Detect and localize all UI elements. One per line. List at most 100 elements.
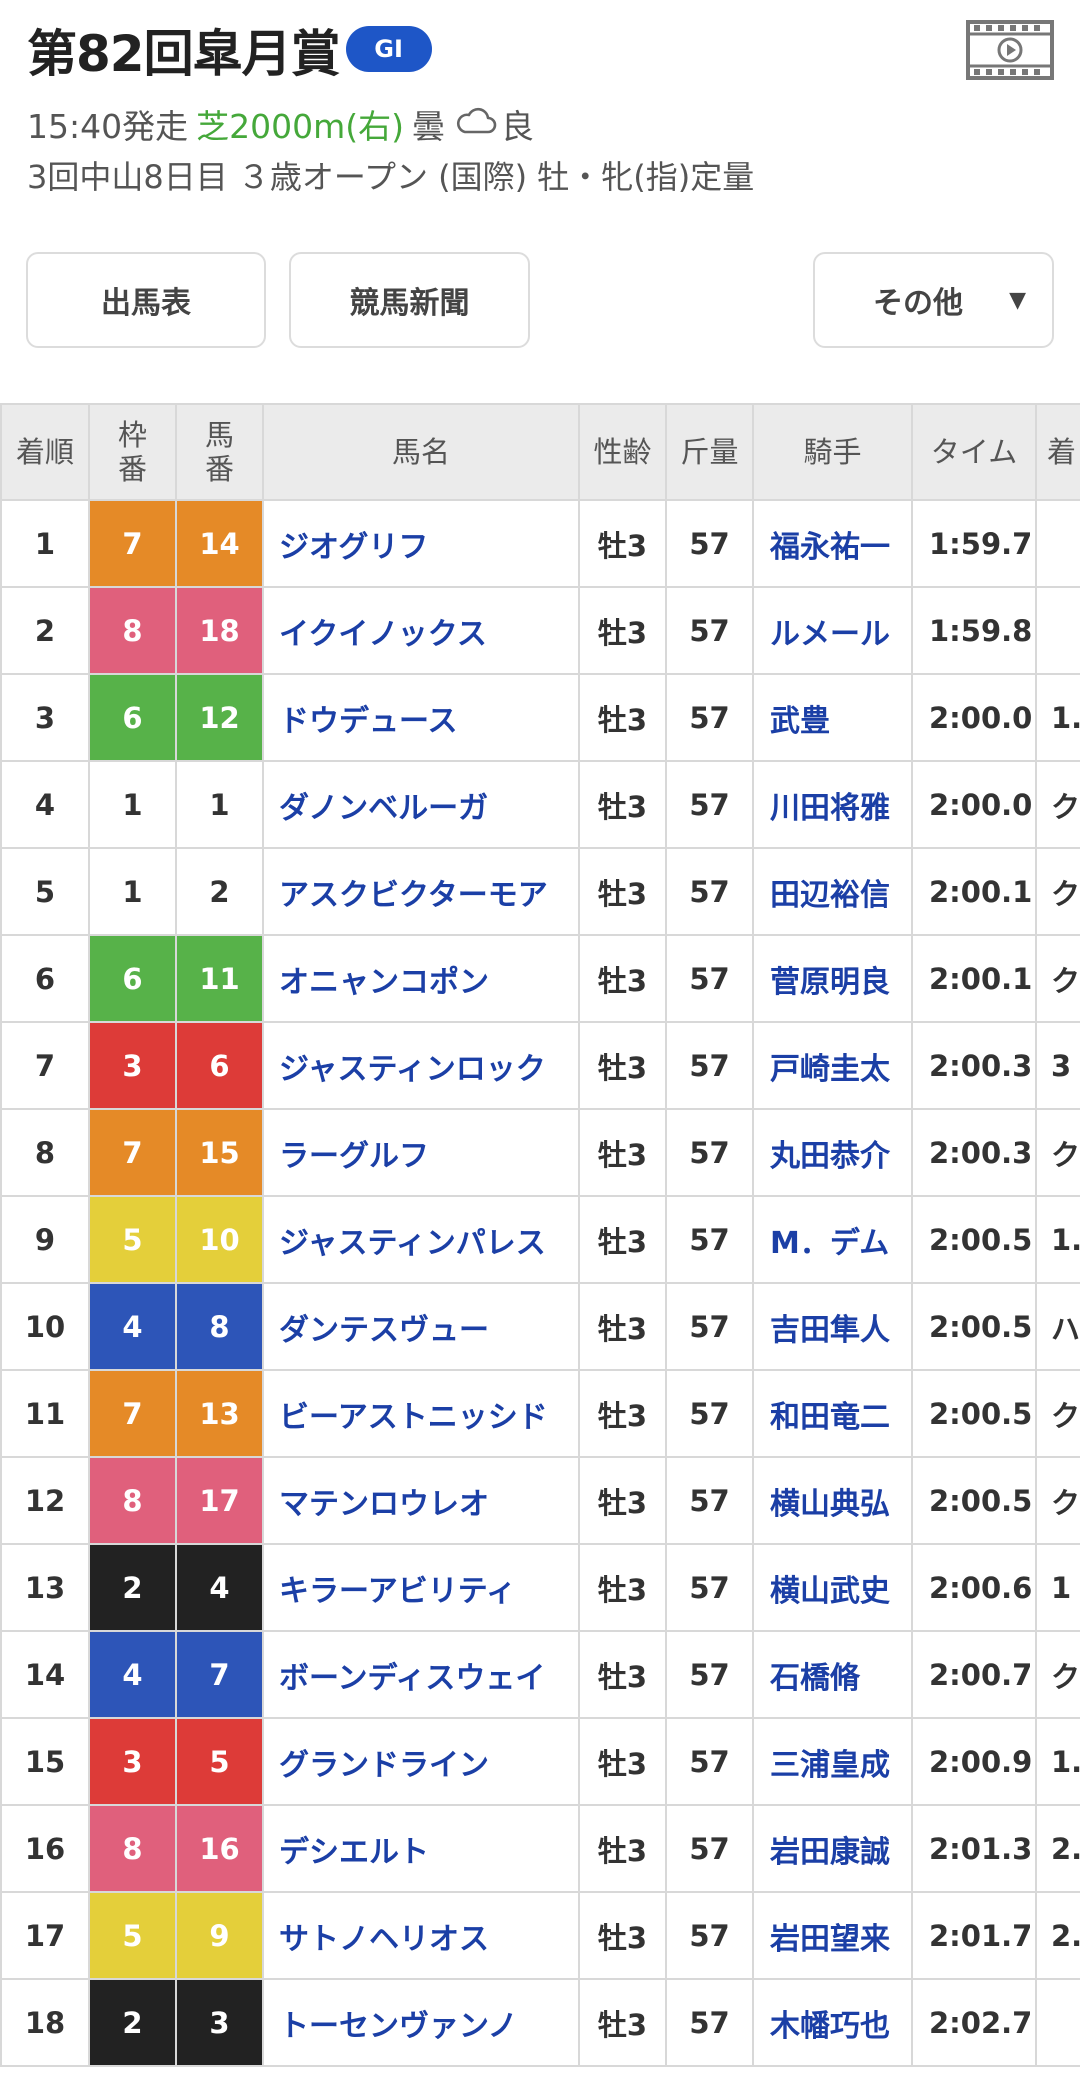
horse-name-link[interactable]: サトノヘリオス <box>262 1891 580 1980</box>
weight-cell: 57 <box>665 586 754 675</box>
weight-cell: 57 <box>665 1978 754 2067</box>
table-row[interactable]: 4 1 1 ダノンベルーガ 牡3 57 川田将雅 2:00.0 ク <box>0 760 1080 849</box>
weight-cell: 57 <box>665 1543 754 1632</box>
weight-cell: 57 <box>665 1021 754 1110</box>
video-icon[interactable] <box>966 20 1054 80</box>
jockey-name-link[interactable]: 菅原明良 <box>752 934 913 1023</box>
time-cell: 2:01.3 <box>911 1804 1037 1893</box>
header-num-label: 馬番 <box>204 418 234 486</box>
time-cell: 2:00.7 <box>911 1630 1037 1719</box>
horse-name-link[interactable]: オニャンコポン <box>262 934 580 1023</box>
header-num[interactable]: 馬番 <box>175 403 264 501</box>
jockey-name-link[interactable]: 木幡巧也 <box>752 1978 913 2067</box>
other-dropdown[interactable]: その他 ▼ <box>813 252 1054 348</box>
jockey-name-link[interactable]: 戸崎圭太 <box>752 1021 913 1110</box>
order-cell: 7 <box>0 1021 90 1110</box>
results-table-container[interactable]: 着順 枠番 馬番 馬名 性齢 斤量 騎手 タイム 着 1 7 14 ジオグリフ 牡3 57… <box>0 403 1080 2067</box>
jockey-name-link[interactable]: 田辺裕信 <box>752 847 913 936</box>
table-row[interactable]: 8 7 15 ラーグルフ 牡3 57 丸田恭介 2:00.3 ク <box>0 1108 1080 1197</box>
margin-cell: 1. <box>1035 673 1080 762</box>
header-order[interactable]: 着順 <box>0 403 90 501</box>
weight-cell: 57 <box>665 934 754 1023</box>
horse-name-link[interactable]: ボーンディスウェイ <box>262 1630 580 1719</box>
jockey-name-link[interactable]: ルメール <box>752 586 913 675</box>
waku-cell: 1 <box>88 847 177 936</box>
table-row[interactable]: 12 8 17 マテンロウレオ 牡3 57 横山典弘 2:00.5 ク <box>0 1456 1080 1545</box>
table-row[interactable]: 10 4 8 ダンテスヴュー 牡3 57 吉田隼人 2:00.5 ハ <box>0 1282 1080 1371</box>
table-row[interactable]: 6 6 11 オニャンコポン 牡3 57 菅原明良 2:00.1 ク <box>0 934 1080 1023</box>
horse-name-link[interactable]: ジャスティンパレス <box>262 1195 580 1284</box>
margin-cell: ク <box>1035 1369 1080 1458</box>
jockey-name-link[interactable]: 岩田康誠 <box>752 1804 913 1893</box>
margin-cell: ク <box>1035 1456 1080 1545</box>
table-row[interactable]: 17 5 9 サトノヘリオス 牡3 57 岩田望来 2:01.7 2. <box>0 1891 1080 1980</box>
horse-name-link[interactable]: マテンロウレオ <box>262 1456 580 1545</box>
jockey-name-link[interactable]: 横山武史 <box>752 1543 913 1632</box>
jockey-name-link[interactable]: 福永祐一 <box>752 499 913 588</box>
jockey-name-link[interactable]: 三浦皇成 <box>752 1717 913 1806</box>
waku-cell: 3 <box>88 1021 177 1110</box>
header-time[interactable]: タイム <box>911 403 1037 501</box>
table-row[interactable]: 9 5 10 ジャスティンパレス 牡3 57 M．デム 2:00.5 1. <box>0 1195 1080 1284</box>
table-row[interactable]: 11 7 13 ビーアストニッシド 牡3 57 和田竜二 2:00.5 ク <box>0 1369 1080 1458</box>
waku-cell: 5 <box>88 1891 177 1980</box>
order-cell: 18 <box>0 1978 90 2067</box>
header-weight[interactable]: 斤量 <box>665 403 754 501</box>
time-cell: 2:00.1 <box>911 934 1037 1023</box>
table-row[interactable]: 7 3 6 ジャスティンロック 牡3 57 戸崎圭太 2:00.3 3 <box>0 1021 1080 1110</box>
horse-name-link[interactable]: キラーアビリティ <box>262 1543 580 1632</box>
order-cell: 9 <box>0 1195 90 1284</box>
sex-age-cell: 牡3 <box>578 1543 667 1632</box>
order-cell: 6 <box>0 934 90 1023</box>
jockey-name-link[interactable]: 岩田望来 <box>752 1891 913 1980</box>
horse-name-link[interactable]: ダンテスヴュー <box>262 1282 580 1371</box>
horse-name-link[interactable]: ドウデュース <box>262 673 580 762</box>
horse-name-link[interactable]: ラーグルフ <box>262 1108 580 1197</box>
title-row: 第82回皐月賞 GI <box>27 18 432 90</box>
horse-name-link[interactable]: アスクビクターモア <box>262 847 580 936</box>
horse-name-link[interactable]: トーセンヴァンノ <box>262 1978 580 2067</box>
jockey-name-link[interactable]: 和田竜二 <box>752 1369 913 1458</box>
jockey-name-link[interactable]: 川田将雅 <box>752 760 913 849</box>
header-margin[interactable]: 着 <box>1035 403 1080 501</box>
horse-name-link[interactable]: ビーアストニッシド <box>262 1369 580 1458</box>
header-horse[interactable]: 馬名 <box>262 403 580 501</box>
jockey-name-link[interactable]: 丸田恭介 <box>752 1108 913 1197</box>
horse-name-link[interactable]: ジャスティンロック <box>262 1021 580 1110</box>
table-row[interactable]: 18 2 3 トーセンヴァンノ 牡3 57 木幡巧也 2:02.7 <box>0 1978 1080 2067</box>
horse-name-link[interactable]: イクイノックス <box>262 586 580 675</box>
shutuba-button[interactable]: 出馬表 <box>26 252 266 348</box>
results-table-body: 1 7 14 ジオグリフ 牡3 57 福永祐一 1:59.7 2 8 18 イクイノックス 牡3 57 ルメ… <box>0 499 1080 2067</box>
jockey-name-link[interactable]: 吉田隼人 <box>752 1282 913 1371</box>
margin-cell: 1. <box>1035 1717 1080 1806</box>
table-row[interactable]: 15 3 5 グランドライン 牡3 57 三浦皇成 2:00.9 1. <box>0 1717 1080 1806</box>
table-row[interactable]: 13 2 4 キラーアビリティ 牡3 57 横山武史 2:00.6 1 <box>0 1543 1080 1632</box>
time-cell: 2:02.7 <box>911 1978 1037 2067</box>
table-row[interactable]: 1 7 14 ジオグリフ 牡3 57 福永祐一 1:59.7 <box>0 499 1080 588</box>
cloud-icon <box>455 105 497 144</box>
horse-name-link[interactable]: ダノンベルーガ <box>262 760 580 849</box>
horse-name-link[interactable]: デシエルト <box>262 1804 580 1893</box>
weight-cell: 57 <box>665 1804 754 1893</box>
jockey-name-link[interactable]: 武豊 <box>752 673 913 762</box>
waku-cell: 4 <box>88 1630 177 1719</box>
header-jockey[interactable]: 騎手 <box>752 403 913 501</box>
horse-number-cell: 18 <box>175 586 264 675</box>
jockey-name-link[interactable]: 横山典弘 <box>752 1456 913 1545</box>
horse-name-link[interactable]: グランドライン <box>262 1717 580 1806</box>
jockey-name-link[interactable]: 石橋脩 <box>752 1630 913 1719</box>
header-sexage[interactable]: 性齢 <box>578 403 667 501</box>
table-row[interactable]: 3 6 12 ドウデュース 牡3 57 武豊 2:00.0 1. <box>0 673 1080 762</box>
table-row[interactable]: 16 8 16 デシエルト 牡3 57 岩田康誠 2:01.3 2. <box>0 1804 1080 1893</box>
table-row[interactable]: 5 1 2 アスクビクターモア 牡3 57 田辺裕信 2:00.1 ク <box>0 847 1080 936</box>
horse-number-cell: 13 <box>175 1369 264 1458</box>
shinbun-button[interactable]: 競馬新聞 <box>289 252 530 348</box>
horse-name-link[interactable]: ジオグリフ <box>262 499 580 588</box>
weight-cell: 57 <box>665 760 754 849</box>
results-table: 着順 枠番 馬番 馬名 性齢 斤量 騎手 タイム 着 1 7 14 ジオグリフ 牡3 57… <box>0 403 1080 2067</box>
table-row[interactable]: 2 8 18 イクイノックス 牡3 57 ルメール 1:59.8 <box>0 586 1080 675</box>
header-waku[interactable]: 枠番 <box>88 403 177 501</box>
weight-cell: 57 <box>665 1630 754 1719</box>
jockey-name-link[interactable]: M．デム <box>752 1195 913 1284</box>
table-row[interactable]: 14 4 7 ボーンディスウェイ 牡3 57 石橋脩 2:00.7 ク <box>0 1630 1080 1719</box>
